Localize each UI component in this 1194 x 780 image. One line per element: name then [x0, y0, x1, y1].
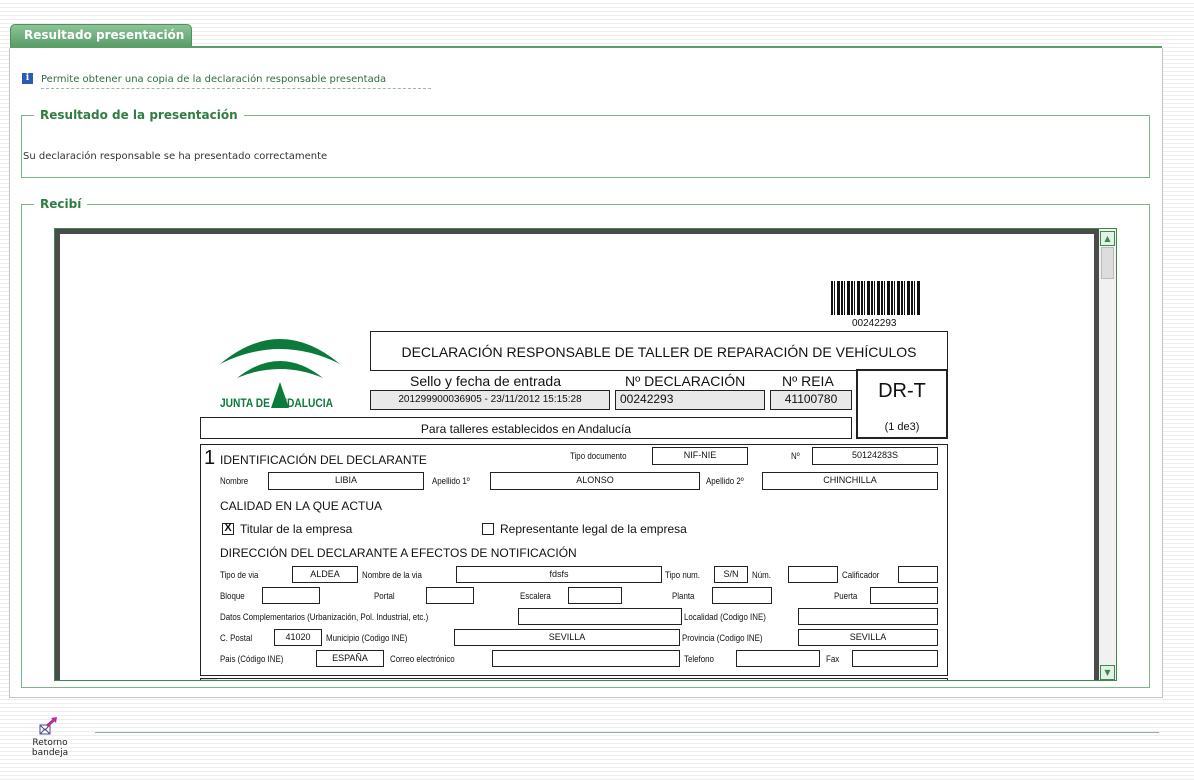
reia-label: Nº REIA — [782, 373, 834, 389]
apellido1-value: ALONSO — [576, 475, 614, 485]
titular-check-mark: X — [224, 522, 232, 534]
reia-value: 41100780 — [784, 392, 838, 406]
document-viewer[interactable]: 00242293 JUNTA DE ANDALUCIA DECLARACIÓN … — [54, 228, 1117, 681]
sello-label: Sello y fecha de entrada — [410, 373, 561, 389]
pais-value: ESPAÑA — [332, 653, 368, 663]
datos-comp-label: Datos Complementarios (Urbanización, Pol… — [220, 612, 429, 622]
doc-code: DR-T — [878, 380, 926, 402]
correo-box — [492, 650, 680, 667]
num-value: 50124283S — [851, 450, 899, 460]
correo-label: Correo electrónico — [390, 654, 455, 664]
puerta-label: Puerta — [834, 591, 858, 601]
direccion-title: DIRECCIÓN DEL DECLARANTE A EFECTOS DE NO… — [220, 546, 577, 560]
tipo-via-value: ALDEA — [310, 569, 340, 579]
info-text: Permite obtener una copia de la declarac… — [41, 74, 431, 89]
puerta-box — [870, 587, 938, 604]
footer-divider — [95, 732, 1159, 733]
datos-comp-box — [518, 608, 682, 625]
scroll-up-icon[interactable]: ▲ — [1100, 231, 1115, 246]
escalera-box — [568, 587, 622, 604]
doc-page-number: (1 de3) — [884, 421, 920, 433]
localidad-box — [798, 608, 938, 625]
section-2-box — [200, 678, 948, 680]
doc-title: DECLARACIÓN RESPONSABLE DE TALLER DE REP… — [401, 344, 917, 360]
representante-label: Representante legal de la empresa — [500, 522, 687, 536]
tipo-doc-label: Tipo documento — [570, 451, 627, 461]
municipio-label: Municipio (Codigo INE) — [326, 633, 408, 643]
provincia-label: Provincia (Codigo INE) — [682, 633, 763, 643]
nombre-label: Nombre — [220, 476, 249, 486]
resultado-fieldset: Resultado de la presentación — [21, 108, 1150, 178]
resultado-legend: Resultado de la presentación — [40, 108, 238, 122]
escalera-label: Escalera — [520, 591, 551, 601]
telefono-box — [736, 650, 820, 667]
result-message: Su declaración responsable se ha present… — [23, 151, 328, 162]
bloque-box — [262, 587, 320, 604]
nombre-via-label: Nombre de la via — [362, 570, 422, 580]
tipo-via-label: Tipo de via — [220, 570, 259, 580]
localidad-label: Localidad (Codigo INE) — [684, 612, 766, 622]
telefono-label: Telefono — [684, 654, 714, 664]
portal-box — [426, 587, 474, 604]
portal-label: Portal — [374, 591, 395, 601]
section-2-number-cell — [201, 679, 217, 680]
section-title: IDENTIFICACIÓN DEL DECLARANTE — [220, 453, 427, 467]
recibi-legend: Recibí — [40, 197, 82, 211]
municipio-value: SEVILLA — [548, 632, 586, 642]
declaracion-label: Nº DECLARACIÓN — [625, 373, 746, 389]
planta-box — [712, 587, 772, 604]
calidad-title: CALIDAD EN LA QUE ACTUA — [220, 499, 383, 513]
apellido2-value: CHINCHILLA — [823, 475, 877, 485]
pais-label: Pais (Código INE) — [220, 654, 284, 664]
fax-box — [852, 650, 938, 667]
provincia-value: SEVILLA — [849, 632, 887, 642]
fax-label: Fax — [826, 654, 840, 664]
tipo-doc-value: NIF-NIE — [683, 450, 717, 460]
viewer-scrollbar[interactable]: ▲ ▼ — [1099, 229, 1116, 680]
doc-subtitle: Para talleres establecidos en Andalucía — [420, 422, 632, 436]
titular-label: Titular de la empresa — [240, 522, 353, 536]
apellido2-label: Apellido 2º — [706, 476, 744, 486]
scroll-thumb[interactable] — [1101, 247, 1114, 279]
representante-checkbox[interactable] — [482, 523, 494, 535]
barcode-number: 00242293 — [852, 318, 897, 329]
info-icon: i — [22, 73, 33, 84]
sello-value: 201299900036905 - 23/11/2012 15:15:28 — [398, 394, 582, 405]
planta-label: Planta — [672, 591, 695, 601]
num2-box — [788, 566, 838, 583]
cpostal-value: 41020 — [285, 632, 311, 642]
tipo-num-value: S/N — [723, 569, 739, 579]
nombre-value: LIBIA — [334, 475, 357, 485]
document-page: 00242293 JUNTA DE ANDALUCIA DECLARACIÓN … — [60, 234, 1094, 680]
declaracion-value: 00242293 — [620, 392, 674, 406]
retorno-bandeja-icon[interactable] — [38, 716, 60, 736]
num-label: Nº — [791, 451, 800, 461]
cpostal-label: C. Postal — [220, 633, 253, 643]
logo-text: JUNTA DE ANDALUCIA — [220, 396, 333, 410]
calificador-box — [898, 566, 938, 583]
nombre-via-value: fdsfs — [549, 569, 569, 579]
section-number: 1 — [204, 447, 216, 469]
apellido1-label: Apellido 1º — [432, 476, 470, 486]
retorno-bandeja-button[interactable]: Retorno bandeja — [28, 738, 72, 758]
barcode-icon — [831, 281, 921, 315]
tipo-num-label: Tipo num. — [665, 570, 700, 580]
tab-resultado-presentacion[interactable]: Resultado presentación — [10, 24, 192, 46]
num2-label: Núm. — [752, 570, 771, 580]
bloque-label: Bloque — [220, 591, 245, 601]
scroll-down-icon[interactable]: ▼ — [1100, 665, 1115, 680]
calificador-label: Calificador — [842, 570, 880, 580]
